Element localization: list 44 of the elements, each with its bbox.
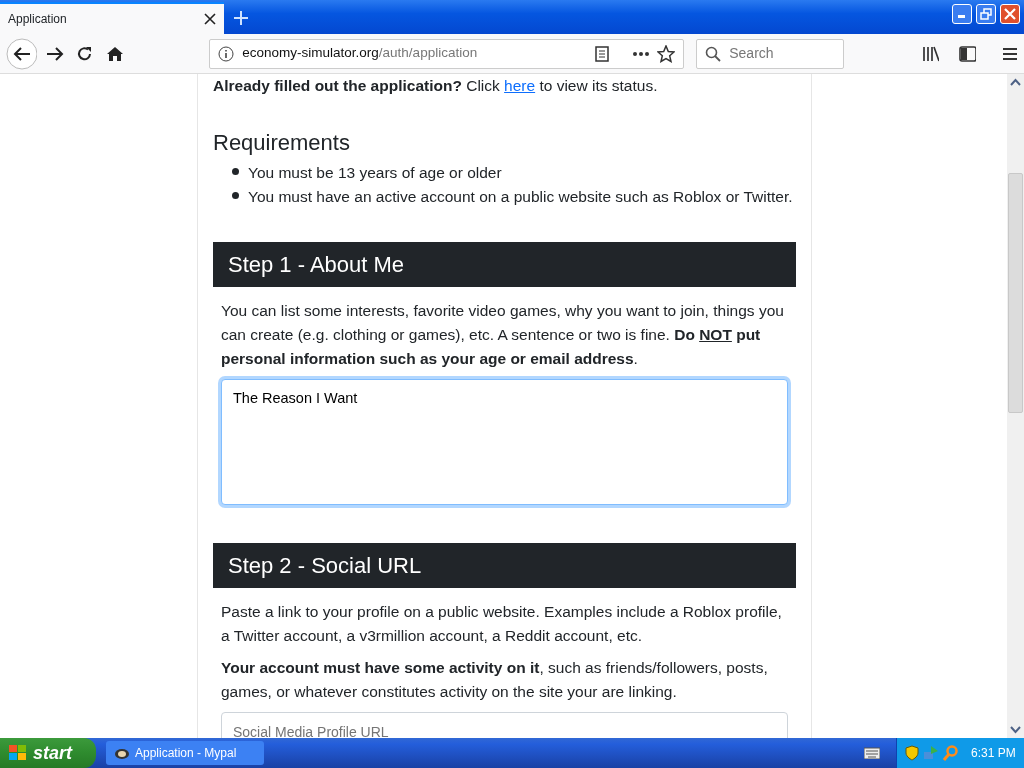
reader-view-icon[interactable] [595, 45, 610, 62]
step-description: Your account must have some activity on it, such as friends/followers, posts, games, or whatever constitutes activity on the site your are linking. [221, 657, 769, 702]
shield-icon[interactable] [905, 745, 919, 761]
step-header: Step 2 - Social URL [213, 542, 796, 588]
library-icon[interactable] [921, 45, 940, 62]
search-field[interactable]: Search [696, 38, 844, 69]
close-button[interactable] [1000, 4, 1020, 24]
sidebar-icon[interactable] [959, 45, 977, 62]
bullet-icon [232, 168, 239, 176]
answer-box[interactable]: The Reason I Want [221, 378, 788, 505]
here-link[interactable]: here [504, 77, 536, 94]
status-note: Already filled out the application? Click here to view its status. [213, 76, 659, 96]
scrollbar[interactable] [1007, 74, 1024, 738]
info-icon[interactable] [218, 45, 235, 62]
restore-button[interactable] [976, 4, 996, 24]
search-icon [705, 45, 722, 62]
address-bar[interactable]: economy-simulator.org/auth/application [209, 38, 685, 69]
reload-icon[interactable] [76, 44, 94, 63]
bullet-icon [232, 192, 239, 200]
keyboard-icon[interactable] [864, 747, 880, 759]
step-header: Step 1 - About Me [213, 241, 796, 287]
app-icon [114, 746, 130, 760]
close-icon[interactable] [204, 13, 216, 25]
section-heading: Requirements [213, 130, 351, 157]
home-icon[interactable] [105, 44, 124, 63]
browser-tab[interactable]: Application [0, 2, 224, 34]
menu-icon[interactable] [1002, 46, 1018, 61]
star-icon[interactable] [657, 44, 676, 63]
requirement-item: You must have an active account on a public website such as Roblox or Twitter. [248, 186, 793, 207]
more-icon[interactable] [633, 51, 650, 56]
search-placeholder: Search [729, 44, 774, 63]
url-text: economy-simulator.org/auth/application [242, 44, 478, 63]
step-description: Paste a link to your profile on a public website. Examples include a Roblox profile, a Twitter account, a v3rmillion account, a Reddit account, etc. [221, 601, 783, 646]
windows-logo [8, 744, 28, 762]
start-button[interactable]: start [0, 738, 96, 768]
back-icon[interactable] [6, 37, 37, 70]
step-description: You can list some interests, favorite video games, why you want to join, things you can create (e.g. clothing or games), etc. A sentence or two is fine. Do NOT put personal information such as your age or email address. [221, 300, 785, 369]
minimize-button[interactable] [952, 4, 972, 24]
url-field[interactable]: Social Media Profile URL [221, 711, 788, 738]
requirement-item: You must be 13 years of age or older [248, 162, 502, 183]
new-tab-icon[interactable] [233, 10, 249, 26]
clock: 6:31 PM [971, 745, 1016, 762]
tab-title: Application [8, 11, 67, 28]
taskbar-item[interactable]: Application - Mypal [106, 741, 264, 765]
